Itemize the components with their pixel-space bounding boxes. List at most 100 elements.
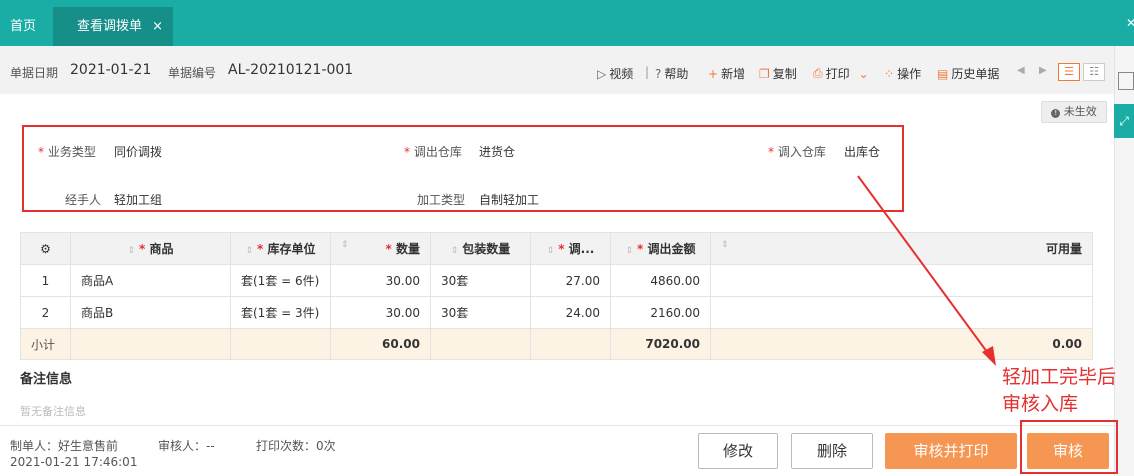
remarks-empty-text[interactable]: 暂无备注信息	[20, 403, 86, 419]
created-time-text: 2021-01-21 17:46:01	[10, 455, 138, 469]
prev-arrow-icon[interactable]: ◀	[1017, 65, 1025, 76]
in-warehouse-label: * 调入仓库	[768, 145, 826, 159]
printer-icon: ⎙	[813, 66, 823, 80]
date-value: 2021-01-21	[70, 62, 152, 78]
cell-price[interactable]: 27.00	[530, 264, 611, 297]
history-label: 历史单据	[951, 67, 1000, 81]
detail-view-icon[interactable]: ☷	[1083, 63, 1105, 81]
help-button[interactable]: ? 帮助	[655, 65, 688, 82]
items-table: ⚙ ⇕ * 商品 ⇕ * 库存单位 ⇕ * 数量 ⇕ 包装数量 ⇕ * 调... ⇕ * 调…	[20, 232, 1093, 360]
new-label: 新增	[721, 67, 746, 81]
edit-button[interactable]: 修改	[698, 433, 778, 469]
cell-pack[interactable]: 30套	[430, 264, 531, 297]
video-button[interactable]: ▷ 视频	[597, 65, 633, 82]
process-type-value[interactable]: 自制轻加工	[479, 191, 539, 208]
next-arrow-icon[interactable]: ▶	[1039, 65, 1047, 76]
cell-price[interactable]: 24.00	[530, 296, 611, 329]
cell-available	[710, 296, 1093, 329]
subtotal-empty	[530, 328, 611, 360]
copy-button[interactable]: ❐ 复制	[759, 65, 797, 82]
cell-pack[interactable]: 30套	[430, 296, 531, 329]
row-index: 1	[20, 264, 71, 297]
status-label: 未生效	[1063, 105, 1097, 118]
cell-product[interactable]: 商品A	[70, 264, 231, 297]
subtotal-label: 小计	[20, 328, 71, 360]
tab-view-transfer-order[interactable]: 查看调拨单 ×	[53, 7, 173, 46]
table-row[interactable]: 1 商品A 套(1套 = 6件) 30.00 30套 27.00 4860.00	[20, 264, 1093, 297]
annotation-line-1: 轻加工完毕后	[1002, 366, 1117, 388]
out-warehouse-label: * 调出仓库	[404, 145, 462, 159]
document-header: 单据日期 2021-01-21 单据编号 AL-20210121-001 ▷ 视…	[0, 46, 1114, 94]
close-icon[interactable]: ×	[152, 7, 163, 46]
col-header-amount[interactable]: ⇕ * 调出金额	[610, 232, 711, 265]
table-header-row: ⚙ ⇕ * 商品 ⇕ * 库存单位 ⇕ * 数量 ⇕ 包装数量 ⇕ * 调... ⇕ * 调…	[20, 232, 1093, 265]
print-button[interactable]: ⎙ 打印 ⌄	[813, 65, 869, 82]
tab-home[interactable]: 首页	[0, 7, 46, 46]
cell-unit[interactable]: 套(1套 = 6件)	[230, 264, 331, 297]
col-header-product[interactable]: ⇕ * 商品	[70, 232, 231, 265]
business-type-label: * 业务类型	[38, 145, 96, 159]
panel-icon[interactable]	[1118, 72, 1134, 90]
subtotal-row: 小计 60.00 7020.00 0.00	[20, 328, 1093, 360]
settings-gear-icon[interactable]: ⚙	[20, 232, 71, 265]
plus-icon: +	[708, 66, 719, 81]
new-button[interactable]: + 新增	[708, 65, 745, 82]
col-header-available[interactable]: ⇕ 可用量	[710, 232, 1093, 265]
number-label: 单据编号	[168, 66, 217, 80]
tab-label: 查看调拨单	[77, 19, 143, 34]
history-button[interactable]: ▤ 历史单据	[937, 65, 999, 82]
help-label: 帮助	[664, 67, 689, 81]
chevron-down-icon[interactable]: ⌄	[859, 67, 869, 81]
creator-text: 制单人：好生意售前	[10, 439, 119, 453]
status-badge: ! 未生效	[1041, 101, 1107, 123]
cell-amount[interactable]: 2160.00	[610, 296, 711, 329]
expand-icon[interactable]: ⤢	[1114, 104, 1134, 138]
list-view-icon[interactable]: ☰	[1058, 63, 1080, 81]
handler-label: 经手人	[65, 193, 102, 207]
process-type-label: 加工类型	[417, 193, 466, 207]
audit-and-print-button[interactable]: 审核并打印	[885, 433, 1017, 469]
table-row[interactable]: 2 商品B 套(1套 = 3件) 30.00 30套 24.00 2160.00	[20, 296, 1093, 329]
col-header-pack[interactable]: ⇕ 包装数量	[430, 232, 531, 265]
info-icon: !	[1051, 109, 1061, 118]
subtotal-amount: 7020.00	[610, 328, 711, 360]
operate-label: 操作	[897, 67, 922, 81]
cell-qty[interactable]: 30.00	[330, 264, 431, 297]
print-count-text: 打印次数：0次	[256, 439, 336, 453]
cell-unit[interactable]: 套(1套 = 3件)	[230, 296, 331, 329]
col-header-price[interactable]: ⇕ * 调...	[530, 232, 611, 265]
date-label: 单据日期	[10, 66, 59, 80]
subtotal-empty	[430, 328, 531, 360]
video-label: 视频	[609, 67, 634, 81]
col-header-unit[interactable]: ⇕ * 库存单位	[230, 232, 331, 265]
subtotal-empty	[70, 328, 231, 360]
business-type-value[interactable]: 同价调拨	[114, 143, 162, 160]
in-warehouse-value[interactable]: 出库仓	[844, 143, 880, 160]
divider: |	[645, 65, 650, 79]
row-index: 2	[20, 296, 71, 329]
document-icon: ▤	[937, 66, 949, 81]
help-icon: ?	[655, 66, 662, 81]
annotation-box	[1020, 420, 1118, 474]
grid-icon: ⁘	[884, 66, 895, 81]
tab-edge-close-icon[interactable]: ✕	[1126, 16, 1134, 30]
tab-bar: 首页 查看调拨单 × ✕	[0, 0, 1134, 46]
col-header-qty[interactable]: ⇕ * 数量	[330, 232, 431, 265]
cell-amount[interactable]: 4860.00	[610, 264, 711, 297]
copy-icon: ❐	[759, 66, 770, 81]
handler-value[interactable]: 轻加工组	[114, 191, 162, 208]
play-icon: ▷	[597, 66, 607, 81]
out-warehouse-value[interactable]: 进货仓	[479, 143, 515, 160]
print-label: 打印	[825, 67, 850, 81]
cell-product[interactable]: 商品B	[70, 296, 231, 329]
operate-button[interactable]: ⁘ 操作	[884, 65, 921, 82]
subtotal-qty: 60.00	[330, 328, 431, 360]
auditor-text: 审核人：--	[158, 439, 215, 453]
cell-available	[710, 264, 1093, 297]
remarks-title: 备注信息	[20, 372, 73, 387]
cell-qty[interactable]: 30.00	[330, 296, 431, 329]
delete-button[interactable]: 删除	[791, 433, 873, 469]
subtotal-available: 0.00	[710, 328, 1093, 360]
annotation-text: 轻加工完毕后 审核入库	[1002, 364, 1116, 418]
annotation-line-2: 审核入库	[1002, 393, 1079, 415]
